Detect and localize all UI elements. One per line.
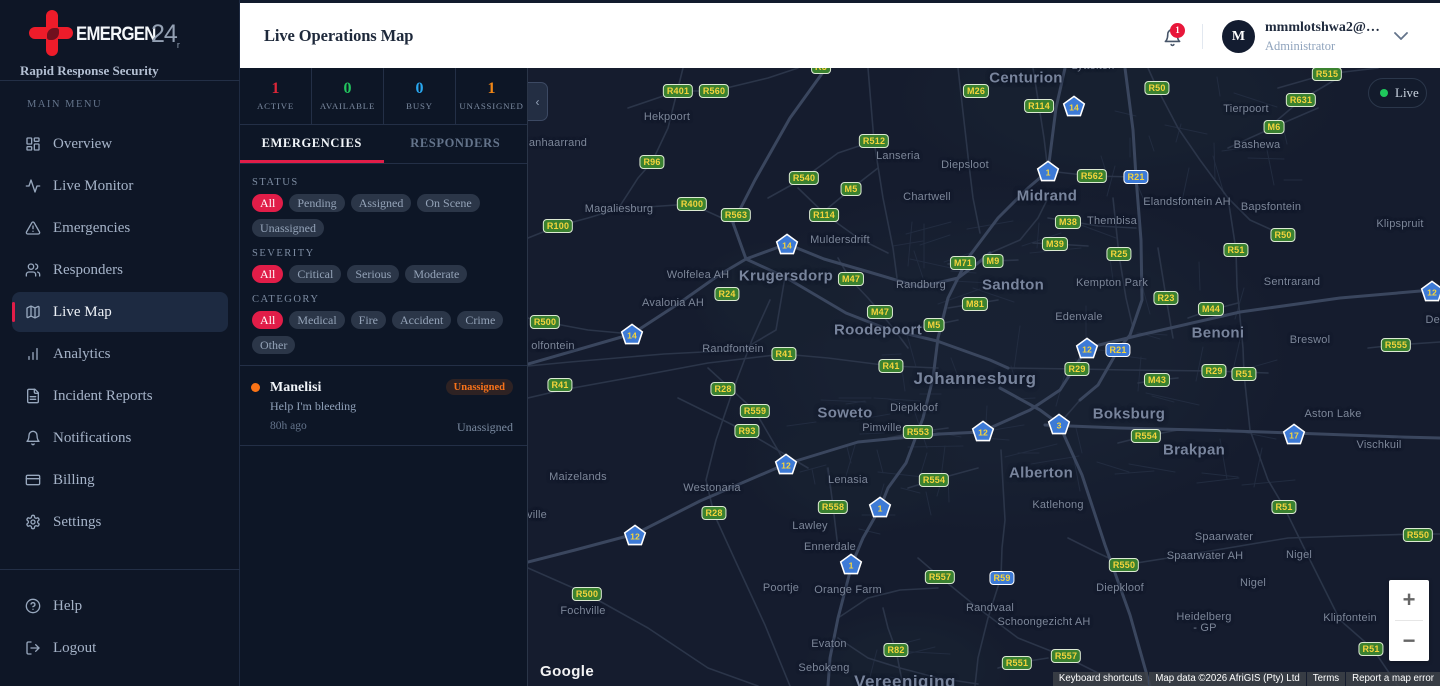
- svg-text:14: 14: [627, 331, 637, 341]
- svg-text:1: 1: [1046, 168, 1051, 178]
- svg-text:12: 12: [781, 461, 791, 471]
- svg-text:12: 12: [1427, 288, 1437, 298]
- svg-text:14: 14: [782, 241, 792, 251]
- svg-text:14: 14: [1069, 103, 1079, 113]
- svg-text:12: 12: [1082, 345, 1092, 355]
- svg-text:12: 12: [978, 428, 988, 438]
- svg-text:12: 12: [630, 532, 640, 542]
- svg-text:1: 1: [878, 504, 883, 514]
- svg-text:17: 17: [1289, 431, 1299, 441]
- svg-text:1: 1: [849, 561, 854, 571]
- svg-text:3: 3: [1057, 421, 1062, 431]
